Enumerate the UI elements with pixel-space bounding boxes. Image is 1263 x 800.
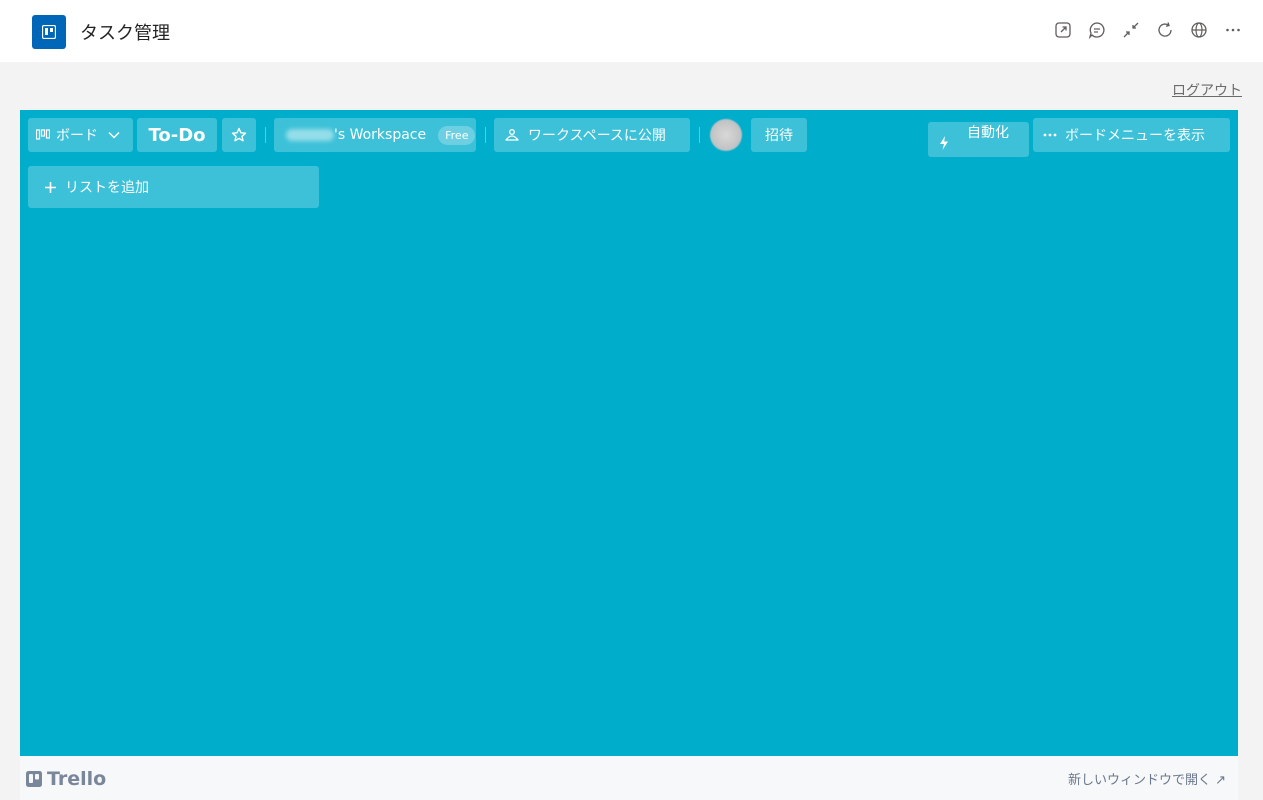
logout-link[interactable]: ログアウト — [1172, 80, 1242, 100]
chevron-down-icon — [108, 131, 120, 139]
add-list-button[interactable]: リストを追加 — [28, 166, 319, 208]
board-view-label: ボード — [56, 128, 98, 144]
board-view-icon — [36, 129, 50, 140]
toolbar-divider — [485, 127, 486, 143]
lightning-icon — [940, 135, 948, 150]
automation-label: 自動化 — [967, 125, 1009, 141]
chat-icon[interactable] — [1086, 19, 1107, 40]
app-header: タスク管理 — [0, 0, 1263, 62]
board-title[interactable]: To-Do — [137, 118, 217, 152]
collapse-icon[interactable] — [1120, 19, 1141, 40]
workspace-button[interactable]: 's Workspace Free — [274, 118, 476, 152]
trello-logo-icon — [26, 771, 42, 787]
star-button[interactable] — [222, 118, 256, 152]
board-view-switcher[interactable]: ボード — [28, 118, 133, 152]
member-avatar[interactable] — [710, 119, 742, 151]
refresh-icon[interactable] — [1154, 19, 1175, 40]
automation-button[interactable]: 自動化 — [928, 122, 1029, 157]
plan-badge: Free — [438, 125, 476, 145]
popout-icon[interactable] — [1052, 19, 1073, 40]
app-title: タスク管理 — [80, 23, 170, 44]
trello-board-icon — [32, 15, 66, 49]
more-icon[interactable] — [1222, 19, 1243, 40]
board-canvas: ボード To-Do 's Workspace Free ワークスペースに公開 招… — [20, 110, 1238, 756]
embed-footer: Trello 新しいウィンドウで開く ↗ — [20, 756, 1238, 800]
board-menu-label: ボードメニューを表示 — [1065, 128, 1205, 144]
visibility-label: ワークスペースに公開 — [528, 128, 666, 144]
globe-icon[interactable] — [1188, 19, 1209, 40]
open-new-window-link[interactable]: 新しいウィンドウで開く ↗ — [1068, 769, 1226, 788]
invite-button[interactable]: 招待 — [751, 118, 807, 152]
trello-logo: Trello — [26, 768, 106, 790]
add-list-label: リストを追加 — [65, 180, 149, 196]
workspace-visibility-icon — [505, 129, 519, 141]
star-icon — [231, 127, 247, 142]
board-menu-button[interactable]: ボードメニューを表示 — [1033, 118, 1230, 152]
toolbar-divider — [699, 127, 700, 143]
workspace-name-blurred — [286, 129, 334, 141]
visibility-button[interactable]: ワークスペースに公開 — [494, 118, 690, 152]
more-icon — [1043, 133, 1057, 137]
header-actions — [1052, 19, 1243, 40]
plus-icon — [45, 181, 56, 193]
workspace-name: 's Workspace — [334, 127, 427, 143]
toolbar-divider — [265, 127, 266, 143]
trello-logo-text: Trello — [47, 768, 107, 790]
